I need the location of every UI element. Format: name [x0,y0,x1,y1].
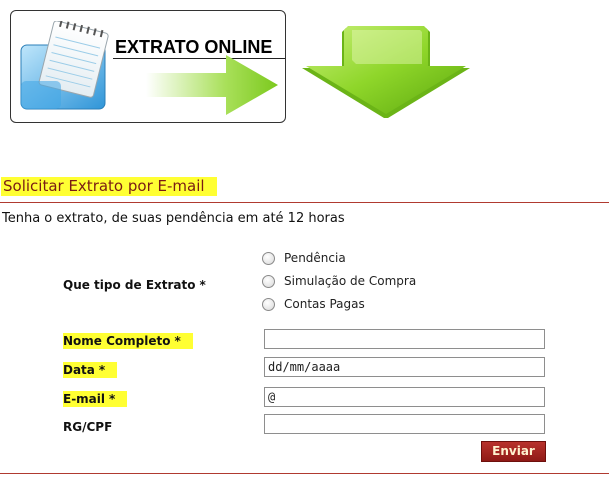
nome-completo-field[interactable] [264,329,545,349]
radio-option-pendencia[interactable]: Pendência [262,250,346,266]
radio-label: Pendência [284,251,346,265]
intro-text: Tenha o extrato, de suas pendência em at… [2,211,345,226]
divider-top [0,202,609,203]
page-title: Solicitar Extrato por E-mail [1,177,217,196]
extrato-online-banner: EXTRATO ONLINE [10,10,286,123]
radio-button[interactable] [262,274,275,288]
arrow-down-icon [302,26,470,118]
data-label-text: Data [63,363,95,377]
enviar-button[interactable]: Enviar [481,441,546,462]
radio-label: Simulação de Compra [284,274,417,288]
tipo-extrato-label: Que tipo de Extrato * [63,277,206,293]
required-mark: * [98,363,106,377]
required-mark: * [174,334,181,348]
notepad-icon [20,21,109,110]
radio-label: Contas Pagas [284,297,365,311]
required-mark: * [109,392,116,406]
rg-cpf-label: RG/CPF [63,420,113,434]
radio-button[interactable] [262,251,275,265]
required-mark: * [199,278,206,292]
nome-completo-label: Nome Completo * [63,333,193,349]
tipo-extrato-label-text: Que tipo de Extrato [63,278,196,292]
divider-bottom [0,473,609,474]
data-field[interactable]: dd/mm/aaaa [264,357,545,377]
nome-completo-label-text: Nome Completo [63,334,171,348]
radio-button[interactable] [262,297,275,311]
radio-option-simulacao[interactable]: Simulação de Compra [262,273,416,289]
rg-cpf-field[interactable] [264,414,545,434]
email-label: E-mail * [63,391,128,407]
arrow-right-icon [146,55,278,115]
email-label-text: E-mail [63,392,106,406]
email-field[interactable]: @ [264,387,545,407]
data-label: Data * [63,362,118,378]
radio-option-contas-pagas[interactable]: Contas Pagas [262,296,365,312]
